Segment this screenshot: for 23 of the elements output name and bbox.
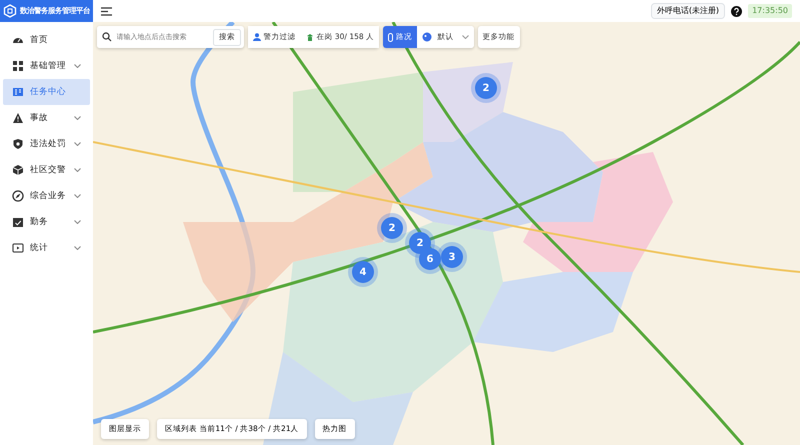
sidebar-item[interactable]: 违法处罚 (3, 131, 90, 157)
sidebar-item[interactable]: 统计 (3, 235, 90, 261)
outbound-call-button[interactable]: 外呼电话(未注册) (650, 3, 726, 19)
logo-icon (3, 4, 17, 18)
compass-icon (12, 190, 24, 202)
help-icon[interactable] (731, 6, 742, 16)
search-icon (102, 32, 112, 42)
sidebar-item[interactable]: 基础管理 (3, 53, 90, 79)
sidebar-item[interactable]: 任务中心 (3, 79, 90, 105)
sidebar-item[interactable]: 首页 (3, 27, 90, 53)
shield-icon (12, 138, 24, 150)
sidebar-item[interactable]: 综合业务 (3, 183, 90, 209)
sidebar-item[interactable]: 勤务 (3, 209, 90, 235)
sidebar-item[interactable]: 社区交警 (3, 157, 90, 183)
cube-icon (12, 164, 24, 176)
grid-icon (12, 60, 24, 72)
person-icon (252, 33, 260, 41)
clock-time: 17:35:50 (748, 4, 792, 18)
warning-icon (12, 112, 24, 124)
sidebar-item[interactable]: 事故 (3, 105, 90, 131)
task-icon (12, 86, 24, 98)
menu-icon[interactable] (101, 6, 112, 16)
chevron-down-icon (462, 35, 469, 39)
